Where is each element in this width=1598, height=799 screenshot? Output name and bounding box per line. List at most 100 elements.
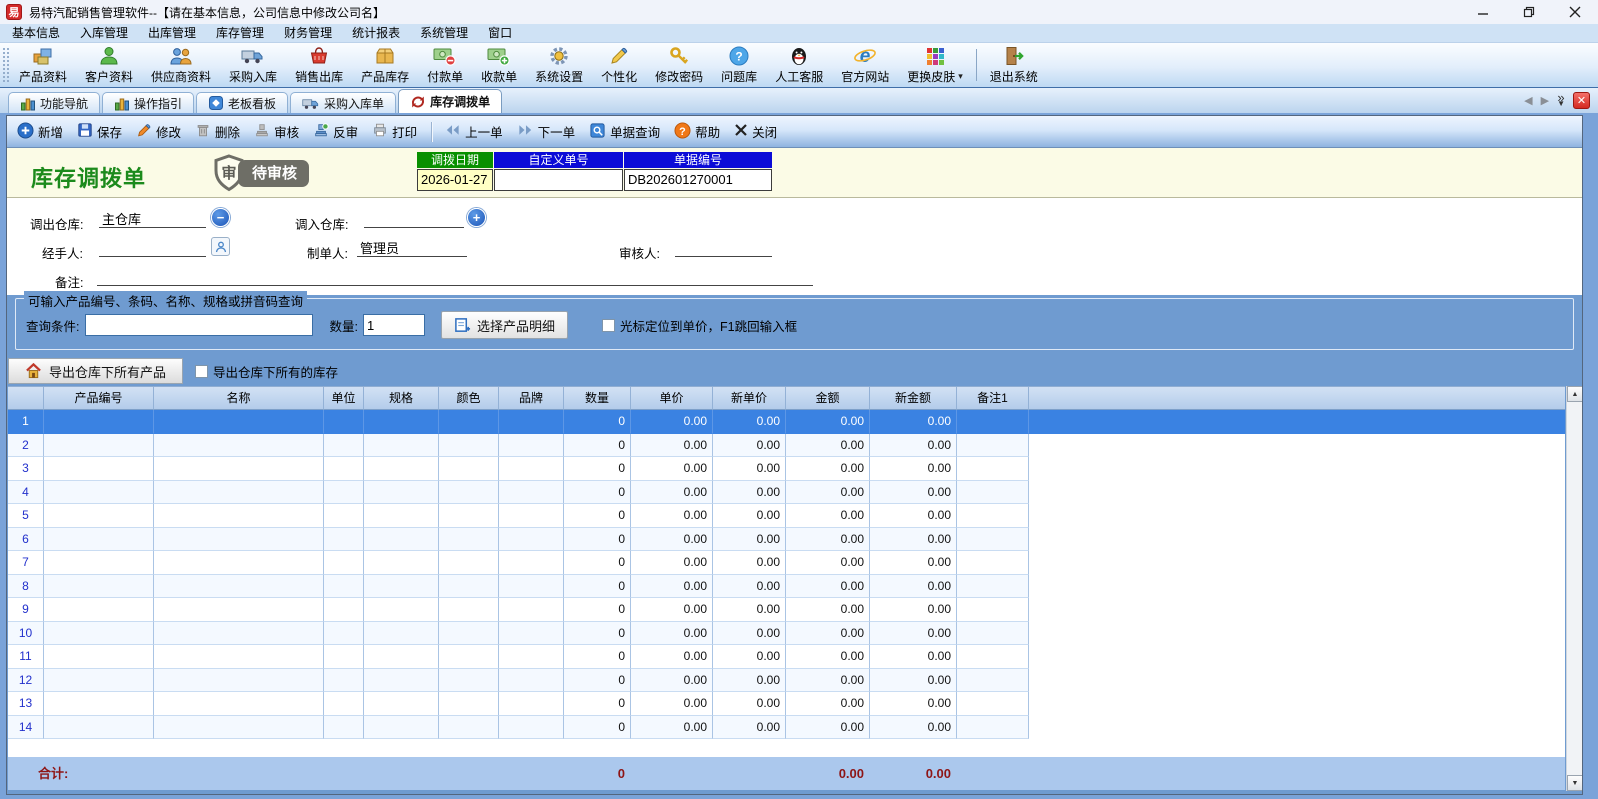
doc-number-value[interactable] <box>494 169 623 191</box>
doc-toolbar-add-button[interactable]: 新增 <box>17 122 63 142</box>
cell-price[interactable]: 0.00 <box>631 434 713 458</box>
cell-code[interactable] <box>44 669 154 693</box>
menu-item-3[interactable]: 出库管理 <box>138 24 206 43</box>
table-row[interactable]: 800.000.000.000.00 <box>8 575 1565 599</box>
cell-new_amount[interactable]: 0.00 <box>870 716 957 740</box>
cell-new_price[interactable]: 0.00 <box>713 622 786 646</box>
table-row[interactable]: 200.000.000.000.00 <box>8 434 1565 458</box>
scroll-up-button[interactable]: ▲ <box>1567 386 1583 402</box>
table-row[interactable]: 1200.000.000.000.00 <box>8 669 1565 693</box>
grid-vertical-scrollbar[interactable]: ▲ ▼ <box>1566 386 1582 791</box>
cell-price[interactable]: 0.00 <box>631 457 713 481</box>
cell-unit[interactable] <box>324 716 364 740</box>
table-row[interactable]: 600.000.000.000.00 <box>8 528 1565 552</box>
in-warehouse-value[interactable] <box>364 209 464 228</box>
export-all-products-button[interactable]: 导出仓库下所有产品 <box>8 358 183 384</box>
cell-unit[interactable] <box>324 669 364 693</box>
scroll-down-button[interactable]: ▼ <box>1567 775 1583 791</box>
cell-new_price[interactable]: 0.00 <box>713 434 786 458</box>
toolbar-button-skin[interactable]: 更换皮肤▾ <box>898 43 972 87</box>
cell-remark1[interactable] <box>957 575 1029 599</box>
doc-toolbar-print-button[interactable]: 打印 <box>372 122 417 141</box>
table-row[interactable]: 300.000.000.000.00 <box>8 457 1565 481</box>
cell-spec[interactable] <box>364 481 439 505</box>
cell-qty[interactable]: 0 <box>564 504 631 528</box>
doc-toolbar-help-button[interactable]: ?帮助 <box>674 122 720 142</box>
cell-name[interactable] <box>154 434 324 458</box>
grid-column-header-11[interactable]: 新金额 <box>870 387 957 410</box>
cell-remark1[interactable] <box>957 716 1029 740</box>
cell-price[interactable]: 0.00 <box>631 410 713 434</box>
cell-new_amount[interactable]: 0.00 <box>870 434 957 458</box>
cell-remark1[interactable] <box>957 410 1029 434</box>
cell-new_amount[interactable]: 0.00 <box>870 410 957 434</box>
handler-value[interactable] <box>99 238 206 257</box>
cell-name[interactable] <box>154 457 324 481</box>
quantity-input[interactable] <box>363 314 425 336</box>
cell-price[interactable]: 0.00 <box>631 551 713 575</box>
cell-code[interactable] <box>44 481 154 505</box>
cell-remark1[interactable] <box>957 669 1029 693</box>
cell-amount[interactable]: 0.00 <box>786 575 870 599</box>
cell-spec[interactable] <box>364 598 439 622</box>
cell-color[interactable] <box>439 716 499 740</box>
cell-code[interactable] <box>44 716 154 740</box>
table-row[interactable]: 400.000.000.000.00 <box>8 481 1565 505</box>
cell-unit[interactable] <box>324 551 364 575</box>
cell-new_price[interactable]: 0.00 <box>713 645 786 669</box>
dropdown-arrow-icon[interactable]: ▾ <box>958 71 963 82</box>
cell-new_price[interactable]: 0.00 <box>713 692 786 716</box>
cell-code[interactable] <box>44 410 154 434</box>
cell-amount[interactable]: 0.00 <box>786 645 870 669</box>
tab-close-button[interactable]: ✕ <box>1573 92 1590 109</box>
toolbar-button-products[interactable]: 产品资料 <box>10 43 76 87</box>
cell-new_price[interactable]: 0.00 <box>713 410 786 434</box>
grid-column-header-6[interactable]: 品牌 <box>499 387 564 410</box>
cell-remark1[interactable] <box>957 528 1029 552</box>
out-warehouse-value[interactable]: 主仓库 <box>99 209 206 228</box>
doc-toolbar-edit-button[interactable]: 修改 <box>136 122 181 141</box>
cell-brand[interactable] <box>499 410 564 434</box>
cell-amount[interactable]: 0.00 <box>786 598 870 622</box>
cell-unit[interactable] <box>324 622 364 646</box>
toolbar-button-purchase-in[interactable]: 采购入库 <box>220 43 286 87</box>
toolbar-button-support[interactable]: 人工客服 <box>766 43 832 87</box>
cell-name[interactable] <box>154 504 324 528</box>
cell-spec[interactable] <box>364 669 439 693</box>
cell-brand[interactable] <box>499 481 564 505</box>
cell-unit[interactable] <box>324 598 364 622</box>
cell-new_amount[interactable]: 0.00 <box>870 575 957 599</box>
cell-brand[interactable] <box>499 669 564 693</box>
toolbar-grip[interactable] <box>2 47 9 83</box>
cell-qty[interactable]: 0 <box>564 598 631 622</box>
cell-new_amount[interactable]: 0.00 <box>870 598 957 622</box>
cell-amount[interactable]: 0.00 <box>786 481 870 505</box>
grid-column-header-7[interactable]: 数量 <box>564 387 631 410</box>
in-warehouse-select-button[interactable]: + <box>467 208 486 227</box>
cell-brand[interactable] <box>499 551 564 575</box>
cell-name[interactable] <box>154 575 324 599</box>
cell-unit[interactable] <box>324 504 364 528</box>
cell-name[interactable] <box>154 622 324 646</box>
cell-qty[interactable]: 0 <box>564 457 631 481</box>
doc-toolbar-audit-button[interactable]: 审核 <box>254 122 299 141</box>
cell-qty[interactable]: 0 <box>564 551 631 575</box>
cell-spec[interactable] <box>364 504 439 528</box>
cell-qty[interactable]: 0 <box>564 434 631 458</box>
cell-spec[interactable] <box>364 575 439 599</box>
cell-color[interactable] <box>439 528 499 552</box>
cell-code[interactable] <box>44 575 154 599</box>
cell-code[interactable] <box>44 457 154 481</box>
toolbar-button-stock[interactable]: 产品库存 <box>352 43 418 87</box>
toolbar-button-suppliers[interactable]: 供应商资料 <box>142 43 220 87</box>
cell-name[interactable] <box>154 528 324 552</box>
cell-amount[interactable]: 0.00 <box>786 669 870 693</box>
tab-nav-guide[interactable]: 功能导航 <box>8 92 100 113</box>
cell-name[interactable] <box>154 598 324 622</box>
grid-column-header-4[interactable]: 规格 <box>364 387 439 410</box>
cell-spec[interactable] <box>364 692 439 716</box>
toolbar-button-personalize[interactable]: 个性化 <box>592 43 646 87</box>
cell-price[interactable]: 0.00 <box>631 528 713 552</box>
cell-remark1[interactable] <box>957 504 1029 528</box>
out-warehouse-select-button[interactable]: − <box>211 208 230 227</box>
